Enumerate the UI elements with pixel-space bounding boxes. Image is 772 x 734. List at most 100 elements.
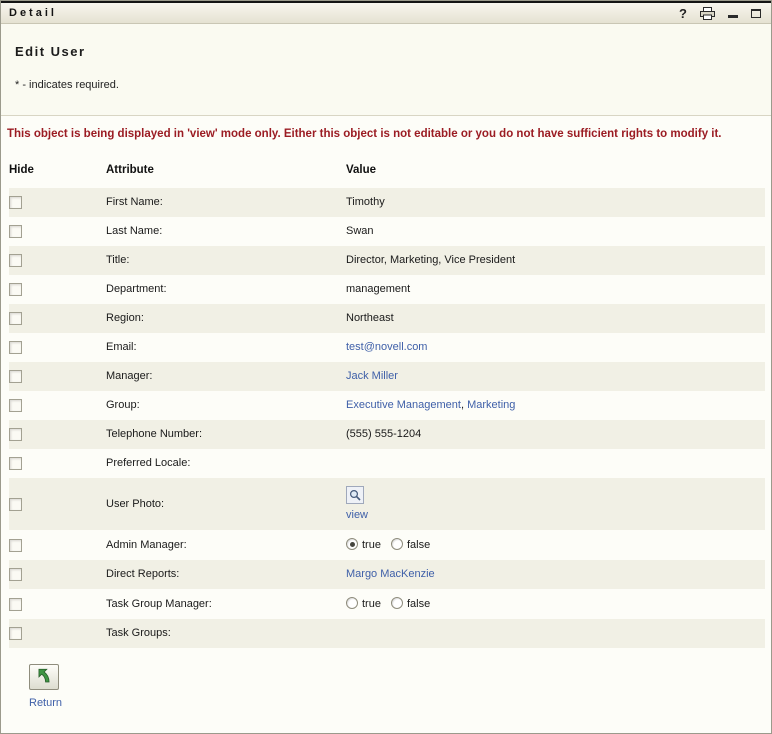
hide-cell	[9, 217, 106, 246]
print-icon[interactable]	[700, 7, 715, 20]
hide-cell	[9, 188, 106, 217]
value-link[interactable]: Jack Miller	[346, 370, 398, 382]
radio-option-false: false	[391, 598, 430, 610]
table-row: Manager:Jack Miller	[9, 362, 765, 391]
hide-checkbox[interactable]	[9, 428, 22, 441]
radio-option-true: true	[346, 598, 381, 610]
table-row: Title:Director, Marketing, Vice Presiden…	[9, 246, 765, 275]
photo-view-link[interactable]: view	[346, 509, 368, 521]
titlebar-icons: ?	[679, 7, 761, 20]
attribute-value: test@novell.com	[346, 333, 765, 362]
attribute-value: true false	[346, 530, 765, 560]
table-row: Task Group Manager:true false	[9, 589, 765, 619]
window-title: Detail	[9, 7, 57, 19]
hide-checkbox[interactable]	[9, 254, 22, 267]
attribute-label: Task Groups:	[106, 619, 346, 648]
table-row: Telephone Number:(555) 555-1204	[9, 420, 765, 449]
attribute-rows: First Name:TimothyLast Name:SwanTitle:Di…	[9, 188, 765, 648]
return-button[interactable]	[29, 664, 59, 690]
attribute-label: User Photo:	[106, 478, 346, 530]
hide-cell	[9, 362, 106, 391]
help-icon[interactable]: ?	[679, 7, 687, 20]
hide-checkbox[interactable]	[9, 312, 22, 325]
hide-checkbox[interactable]	[9, 457, 22, 470]
radio-button-true[interactable]	[346, 597, 358, 609]
hide-cell	[9, 246, 106, 275]
titlebar: Detail ?	[1, 1, 771, 24]
magnifier-icon[interactable]	[346, 486, 364, 504]
hide-cell	[9, 391, 106, 420]
hide-cell	[9, 589, 106, 619]
value-link[interactable]: Margo MacKenzie	[346, 568, 435, 580]
attribute-value: view	[346, 478, 765, 530]
value-link[interactable]: Marketing	[467, 399, 515, 411]
return-link[interactable]: Return	[29, 697, 62, 709]
attribute-label: Direct Reports:	[106, 560, 346, 589]
hide-cell	[9, 560, 106, 589]
attribute-label: Manager:	[106, 362, 346, 391]
attribute-label: Region:	[106, 304, 346, 333]
attribute-label: Admin Manager:	[106, 530, 346, 560]
hide-cell	[9, 478, 106, 530]
attribute-label: Task Group Manager:	[106, 589, 346, 619]
view-mode-notice: This object is being displayed in 'view'…	[1, 116, 771, 150]
hide-cell	[9, 420, 106, 449]
attribute-table: Hide Attribute Value First Name:TimothyL…	[9, 154, 765, 648]
radio-button-false[interactable]	[391, 538, 403, 550]
hide-checkbox[interactable]	[9, 627, 22, 640]
attribute-label: First Name:	[106, 188, 346, 217]
table-row: Region:Northeast	[9, 304, 765, 333]
attribute-value	[346, 619, 765, 648]
hide-cell	[9, 275, 106, 304]
required-note: * - indicates required.	[15, 79, 757, 91]
attribute-value: Director, Marketing, Vice President	[346, 246, 765, 275]
table-row: User Photo:view	[9, 478, 765, 530]
hide-checkbox[interactable]	[9, 283, 22, 296]
attribute-label: Title:	[106, 246, 346, 275]
hide-checkbox[interactable]	[9, 196, 22, 209]
value-link[interactable]: test@novell.com	[346, 341, 427, 353]
attribute-label: Group:	[106, 391, 346, 420]
hide-checkbox[interactable]	[9, 341, 22, 354]
hide-checkbox[interactable]	[9, 399, 22, 412]
attribute-value: Executive Management, Marketing	[346, 391, 765, 420]
hide-checkbox[interactable]	[9, 539, 22, 552]
page-title: Edit User	[15, 44, 757, 59]
return-label[interactable]: Return	[29, 697, 771, 709]
attribute-value: Timothy	[346, 188, 765, 217]
hide-cell	[9, 619, 106, 648]
table-row: Admin Manager:true false	[9, 530, 765, 560]
minimize-icon[interactable]	[728, 9, 738, 18]
radio-button-false[interactable]	[391, 597, 403, 609]
hide-checkbox[interactable]	[9, 370, 22, 383]
column-header-value: Value	[346, 154, 765, 188]
attribute-label: Email:	[106, 333, 346, 362]
attribute-value: Swan	[346, 217, 765, 246]
attribute-value: true false	[346, 589, 765, 619]
table-row: Last Name:Swan	[9, 217, 765, 246]
hide-checkbox[interactable]	[9, 598, 22, 611]
hide-cell	[9, 530, 106, 560]
hide-checkbox[interactable]	[9, 568, 22, 581]
table-row: Department:management	[9, 275, 765, 304]
table-header-row: Hide Attribute Value	[9, 154, 765, 188]
table-row: Direct Reports:Margo MacKenzie	[9, 560, 765, 589]
maximize-icon[interactable]	[751, 9, 761, 18]
radio-option-true: true	[346, 539, 381, 551]
radio-button-true[interactable]	[346, 538, 358, 550]
header-section: Edit User * - indicates required.	[1, 24, 771, 116]
table-row: Email:test@novell.com	[9, 333, 765, 362]
attribute-value: management	[346, 275, 765, 304]
value-link[interactable]: Executive Management	[346, 399, 461, 411]
column-header-attribute: Attribute	[106, 154, 346, 188]
table-row: First Name:Timothy	[9, 188, 765, 217]
hide-checkbox[interactable]	[9, 498, 22, 511]
hide-checkbox[interactable]	[9, 225, 22, 238]
detail-window: Detail ? Edit User * - indicates require…	[0, 0, 772, 734]
hide-cell	[9, 304, 106, 333]
table-row: Group:Executive Management, Marketing	[9, 391, 765, 420]
attribute-value: Northeast	[346, 304, 765, 333]
attribute-value: Jack Miller	[346, 362, 765, 391]
attribute-value	[346, 449, 765, 478]
radio-option-false: false	[391, 539, 430, 551]
